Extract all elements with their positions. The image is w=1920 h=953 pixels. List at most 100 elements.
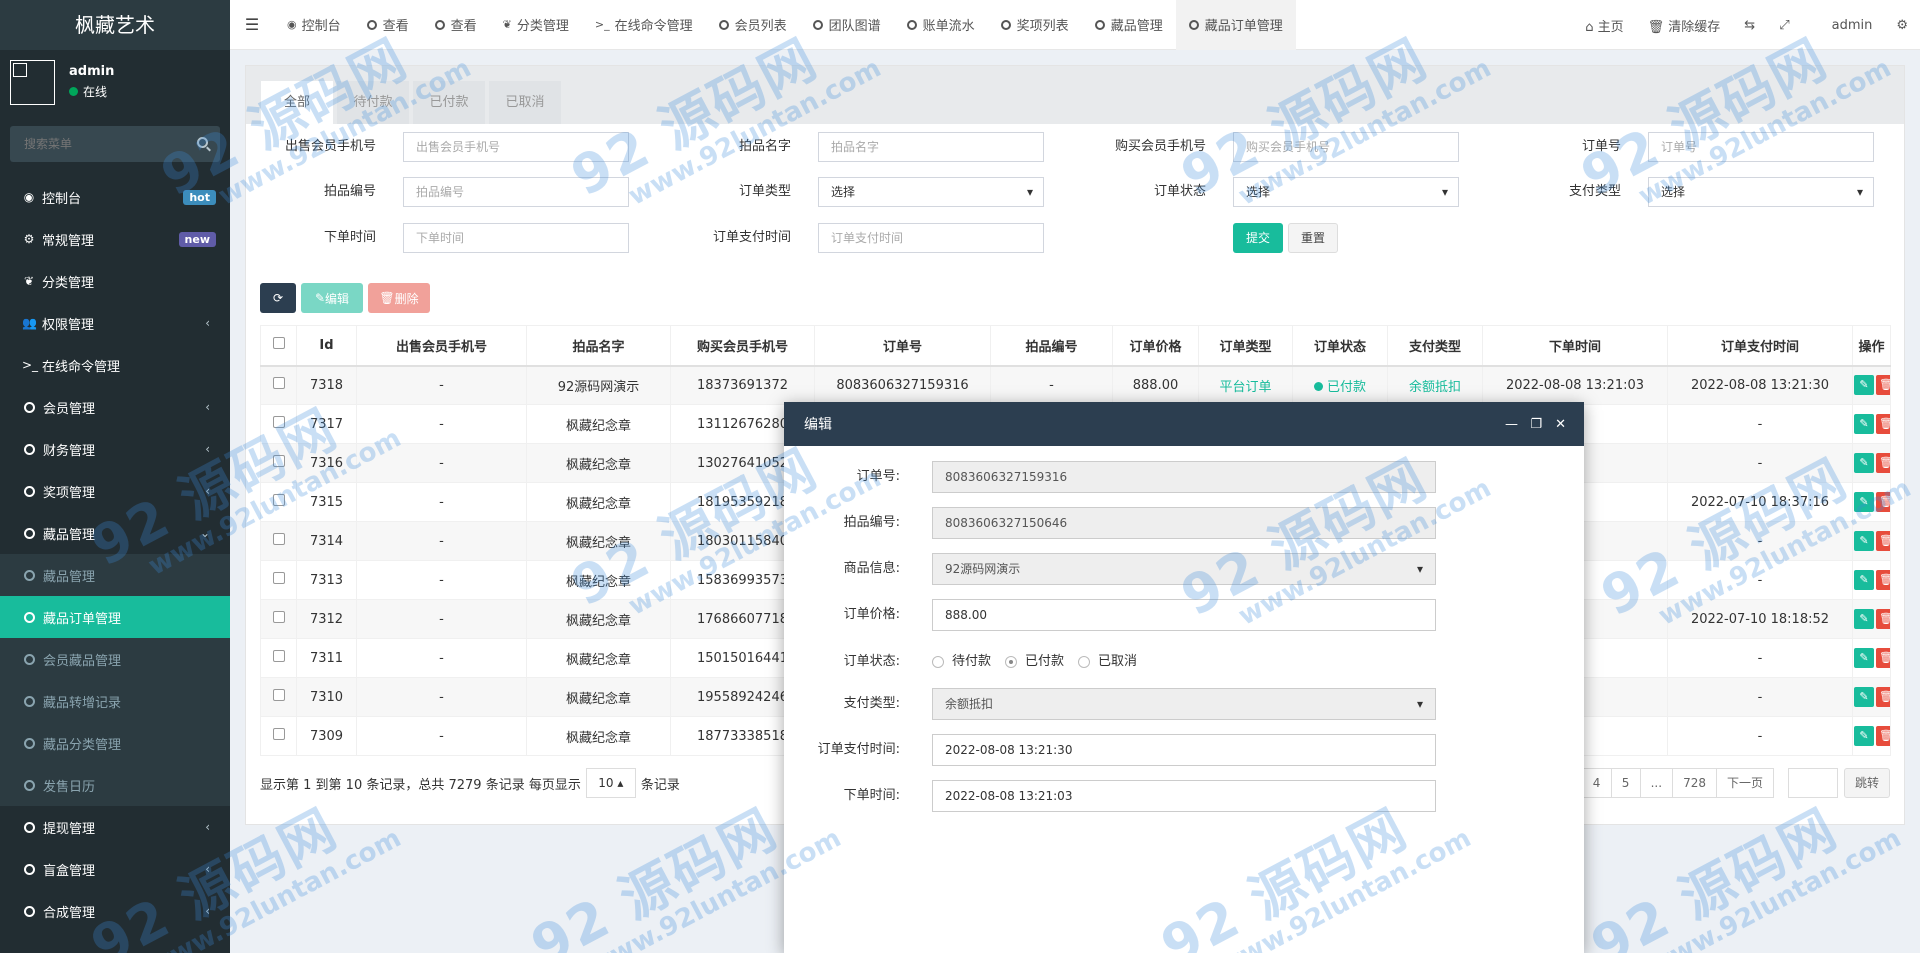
row-checkbox-cell[interactable] bbox=[260, 482, 297, 522]
sidebar-search-input[interactable] bbox=[10, 126, 220, 162]
checkbox[interactable] bbox=[272, 650, 285, 662]
reset-button[interactable]: 重置 bbox=[1288, 223, 1338, 253]
row-checkbox-cell[interactable] bbox=[260, 521, 297, 561]
row-edit-button[interactable]: ✎ bbox=[1854, 726, 1874, 746]
status-tab[interactable]: 已付款 bbox=[413, 81, 485, 124]
page-size-select[interactable]: 10 ▴ bbox=[585, 768, 636, 798]
row-edit-button[interactable]: ✎ bbox=[1854, 648, 1874, 668]
row-edit-button[interactable]: ✎ bbox=[1854, 609, 1874, 629]
nav-tab[interactable]: >_ 在线命令管理 bbox=[582, 0, 706, 50]
modal-item-info-select[interactable]: 92源码网演示 bbox=[932, 553, 1436, 585]
modal-pay-type-select[interactable]: 余额抵扣 bbox=[932, 688, 1436, 720]
page-button[interactable]: ... bbox=[1639, 768, 1674, 798]
column-header[interactable]: 支付类型 bbox=[1387, 325, 1483, 367]
column-header[interactable]: 订单号 bbox=[814, 325, 991, 367]
nav-tab[interactable]: 查看 bbox=[354, 0, 422, 50]
column-header[interactable]: 购买会员手机号 bbox=[670, 325, 815, 367]
minimize-icon[interactable]: — bbox=[1505, 402, 1518, 446]
select-all-checkbox-cell[interactable] bbox=[260, 325, 297, 367]
buyer-phone-input[interactable]: 购买会员手机号 bbox=[1233, 132, 1459, 162]
sidebar-item[interactable]: 合成管理 ‹ bbox=[0, 890, 230, 932]
row-edit-button[interactable]: ✎ bbox=[1854, 375, 1874, 396]
sidebar-item[interactable]: ◉ 控制台 hot bbox=[0, 176, 230, 218]
sidebar-item[interactable]: 盲盒管理 ‹ bbox=[0, 848, 230, 890]
status-tab[interactable]: 已取消 bbox=[489, 81, 561, 124]
checkbox[interactable] bbox=[272, 533, 285, 545]
row-delete-button[interactable]: 🗑 bbox=[1876, 570, 1890, 590]
language-icon[interactable]: ⇆ bbox=[1732, 18, 1767, 33]
modal-price-input[interactable]: 888.00 bbox=[932, 599, 1436, 631]
submit-button[interactable]: 提交 bbox=[1233, 223, 1283, 253]
sidebar-item[interactable]: 会员管理 ‹ bbox=[0, 386, 230, 428]
page-button[interactable]: 4 bbox=[1581, 768, 1612, 798]
status-tab[interactable]: 全部 bbox=[261, 81, 333, 124]
radio-checked-icon[interactable] bbox=[1005, 656, 1018, 668]
nav-tab[interactable]: 查看 bbox=[422, 0, 490, 50]
row-delete-button[interactable]: 🗑 bbox=[1876, 453, 1890, 473]
row-delete-button[interactable]: 🗑 bbox=[1876, 531, 1890, 551]
checkbox[interactable] bbox=[272, 455, 285, 467]
checkbox[interactable] bbox=[272, 416, 285, 428]
checkbox[interactable] bbox=[272, 611, 285, 623]
modal-order-no-input[interactable]: 8083606327159316 bbox=[932, 461, 1436, 493]
page-button[interactable]: 5 bbox=[1610, 768, 1641, 798]
checkbox[interactable] bbox=[272, 728, 285, 740]
pay-time-input[interactable]: 订单支付时间 bbox=[818, 223, 1044, 253]
row-edit-button[interactable]: ✎ bbox=[1854, 531, 1874, 551]
row-checkbox-cell[interactable] bbox=[260, 716, 297, 756]
row-checkbox-cell[interactable] bbox=[260, 677, 297, 717]
row-delete-button[interactable]: 🗑 bbox=[1876, 414, 1890, 434]
refresh-button[interactable]: ⟳ bbox=[260, 283, 296, 313]
sidebar-item[interactable]: ⚙ 常规管理 new bbox=[0, 218, 230, 260]
sidebar-toggle-icon[interactable]: ☰ bbox=[230, 15, 274, 34]
sidebar-item[interactable]: 发售日历 bbox=[0, 764, 230, 806]
sidebar-item[interactable]: 会员藏品管理 bbox=[0, 638, 230, 680]
order-no-input[interactable]: 订单号 bbox=[1648, 132, 1874, 162]
row-delete-button[interactable]: 🗑 bbox=[1876, 687, 1890, 707]
nav-tab[interactable]: 会员列表 bbox=[706, 0, 800, 50]
column-header[interactable]: 订单状态 bbox=[1292, 325, 1388, 367]
row-edit-button[interactable]: ✎ bbox=[1854, 687, 1874, 707]
item-no-input[interactable]: 拍品编号 bbox=[403, 177, 629, 207]
row-delete-button[interactable]: 🗑 bbox=[1876, 375, 1890, 396]
column-header[interactable]: 订单支付时间 bbox=[1667, 325, 1853, 367]
column-header[interactable]: 下单时间 bbox=[1482, 325, 1668, 367]
status-radio[interactable]: 待付款 bbox=[932, 646, 991, 678]
column-header[interactable]: 出售会员手机号 bbox=[356, 325, 527, 367]
nav-tab[interactable]: 账单流水 bbox=[894, 0, 988, 50]
nav-tab[interactable]: 藏品订单管理 bbox=[1175, 0, 1296, 50]
page-button[interactable]: 728 bbox=[1672, 768, 1717, 798]
page-button[interactable]: 下一页 bbox=[1715, 768, 1774, 798]
settings-icon[interactable]: ⚙ bbox=[1884, 18, 1920, 33]
checkbox[interactable] bbox=[272, 494, 285, 506]
item-name-input[interactable]: 拍品名字 bbox=[818, 132, 1044, 162]
table-row[interactable]: 7318-92源码网演示 18373691372 8083606327159316-… bbox=[260, 365, 1891, 405]
row-delete-button[interactable]: 🗑 bbox=[1876, 726, 1890, 746]
order-status-select[interactable]: 选择 bbox=[1233, 177, 1459, 207]
row-checkbox-cell[interactable] bbox=[260, 560, 297, 600]
edit-button[interactable]: ✎ 编辑 bbox=[301, 283, 363, 313]
seller-phone-input[interactable]: 出售会员手机号 bbox=[403, 132, 629, 162]
nav-tab[interactable]: ◉ 控制台 bbox=[274, 0, 354, 50]
sidebar-item[interactable]: ❦ 分类管理 bbox=[0, 260, 230, 302]
row-checkbox-cell[interactable] bbox=[260, 404, 297, 444]
row-checkbox-cell[interactable] bbox=[260, 365, 297, 405]
fullscreen-icon[interactable]: ⤢ bbox=[1767, 18, 1801, 33]
sidebar-item[interactable]: >_ 在线命令管理 bbox=[0, 344, 230, 386]
radio-icon[interactable] bbox=[1078, 656, 1091, 668]
row-checkbox-cell[interactable] bbox=[260, 599, 297, 639]
row-edit-button[interactable]: ✎ bbox=[1854, 453, 1874, 473]
maximize-icon[interactable]: ❐ bbox=[1530, 402, 1542, 446]
sidebar-item[interactable]: 提现管理 ‹ bbox=[0, 806, 230, 848]
modal-item-no-input[interactable]: 8083606327150646 bbox=[932, 507, 1436, 539]
modal-pay-time-input[interactable]: 2022-08-08 13:21:30 bbox=[932, 734, 1436, 766]
nav-tab[interactable]: 团队图谱 bbox=[800, 0, 894, 50]
row-checkbox-cell[interactable] bbox=[260, 443, 297, 483]
clear-cache-link[interactable]: 🗑 清除缓存 bbox=[1636, 16, 1733, 35]
column-header[interactable]: 订单价格 bbox=[1112, 325, 1199, 367]
admin-menu[interactable]: admin bbox=[1802, 18, 1885, 33]
column-header[interactable]: 拍品名字 bbox=[526, 325, 671, 367]
sidebar-item[interactable]: 财务管理 ‹ bbox=[0, 428, 230, 470]
status-radio[interactable]: 已付款 bbox=[1005, 646, 1064, 678]
row-delete-button[interactable]: 🗑 bbox=[1876, 492, 1890, 512]
